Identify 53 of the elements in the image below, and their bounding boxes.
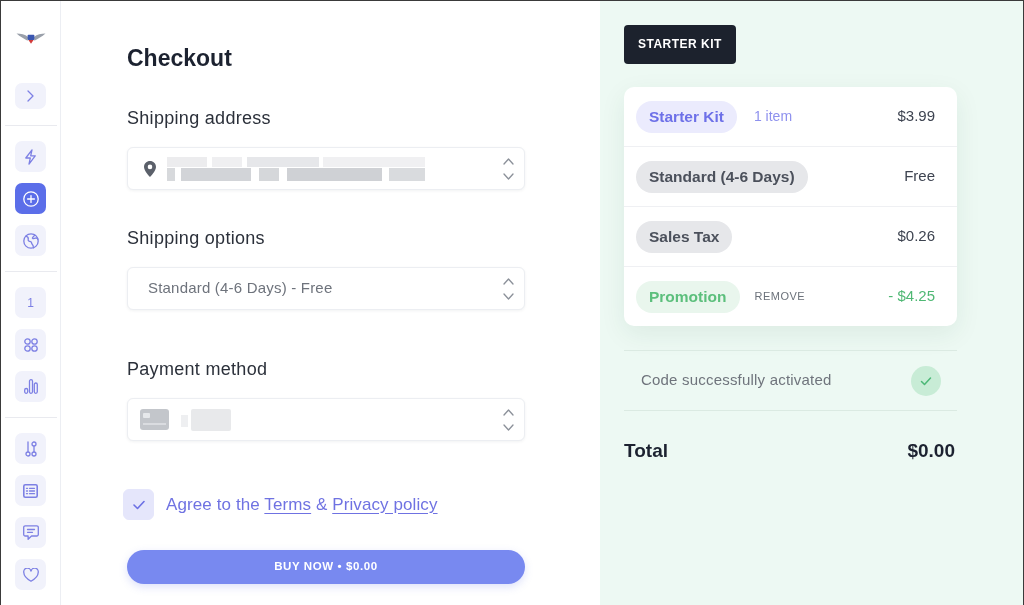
sliders-icon <box>24 440 37 457</box>
sidebar-button[interactable] <box>15 225 46 256</box>
page-title: Checkout <box>127 44 233 72</box>
dropdown-field[interactable] <box>127 147 525 190</box>
bar-chart-icon <box>23 379 38 394</box>
globe-icon <box>22 232 39 249</box>
total-label: Total <box>624 439 668 463</box>
field-label: Shipping address <box>127 107 272 130</box>
sidebar-button[interactable] <box>15 141 46 172</box>
line-item-tag: Sales Tax <box>636 220 733 253</box>
lightning-icon <box>25 148 36 165</box>
line-amount: $3.99 <box>897 106 935 127</box>
sidebar-button[interactable] <box>15 517 46 548</box>
sidebar-button[interactable] <box>15 559 46 590</box>
dropdown-field[interactable]: Standard (4-6 Days) - Free <box>127 267 525 310</box>
line-amount: - $4.25 <box>888 286 935 307</box>
buy-now-button[interactable]: BUY NOW • $0.00 <box>127 550 525 584</box>
item-count-text: 1 item <box>753 107 793 126</box>
sidebar-button[interactable] <box>15 371 46 402</box>
agreement-text: Agree to the Terms & Privacy policy <box>166 493 438 516</box>
heart-icon <box>22 567 39 582</box>
up-down-caret-icon <box>503 157 514 180</box>
sidebar-button[interactable]: 1 <box>15 287 46 318</box>
agree-checkbox[interactable] <box>123 489 154 520</box>
sidebar-button[interactable] <box>15 475 46 506</box>
dropdown-field[interactable] <box>127 398 525 441</box>
credit-card-icon <box>140 409 169 430</box>
location-pin-icon <box>144 160 156 177</box>
line-amount: $0.26 <box>897 226 935 247</box>
promo-status-text: Code successfully activated <box>641 370 832 391</box>
chevron-right-icon <box>27 89 34 102</box>
line-item-tag: Standard (4-6 Days) <box>636 160 808 193</box>
line-item-tag: Promotion <box>636 280 740 313</box>
list-icon <box>23 483 38 498</box>
product-tag: STARTER KIT <box>624 25 736 64</box>
up-down-caret-icon <box>503 408 514 431</box>
terms-link[interactable]: Terms <box>264 494 312 514</box>
field-label: Shipping options <box>127 227 266 250</box>
remove-button[interactable]: REMOVE <box>754 288 806 305</box>
privacy-policy-link[interactable]: Privacy policy <box>332 494 438 514</box>
line-item-tag: Starter Kit <box>636 100 737 133</box>
plus-circle-icon <box>22 190 39 207</box>
four-dots-icon <box>23 337 38 352</box>
tick-icon <box>132 499 145 510</box>
chat-bubble-icon <box>22 525 39 540</box>
sidebar-button[interactable] <box>15 433 46 464</box>
up-down-caret-icon <box>503 277 514 300</box>
sidebar-button[interactable] <box>15 183 46 214</box>
total-amount: $0.00 <box>907 439 955 463</box>
field-label: Payment method <box>127 358 269 381</box>
line-amount: Free <box>904 166 935 187</box>
sidebar-toggle-button[interactable] <box>15 82 46 109</box>
sidebar-button[interactable] <box>15 329 46 360</box>
